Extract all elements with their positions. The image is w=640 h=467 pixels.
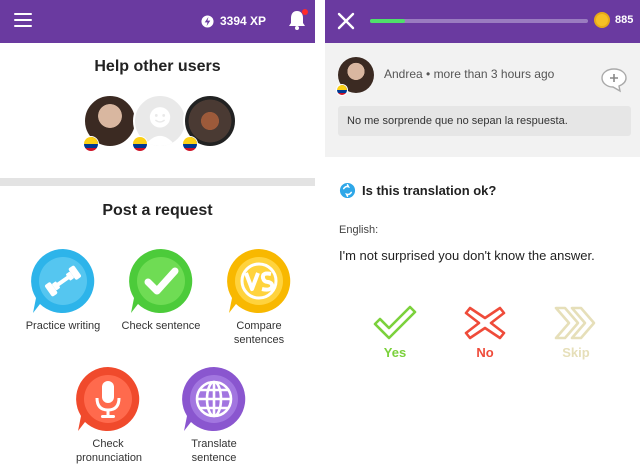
tile-label: Check sentence xyxy=(121,320,201,332)
choice-label: Skip xyxy=(562,345,590,360)
skip-chevrons-icon xyxy=(554,306,596,340)
cross-outline-icon xyxy=(464,306,506,340)
post-title: Post a request xyxy=(102,202,213,219)
yes-button[interactable]: Yes xyxy=(367,303,423,360)
colombia-flag-icon xyxy=(83,136,99,152)
translate-icon xyxy=(339,182,356,199)
left-screen: 3394 XP Help other users Post a request xyxy=(0,0,315,467)
colombia-flag-icon xyxy=(336,84,348,96)
compare-sentences-button[interactable]: Compare sentences xyxy=(209,246,309,347)
notification-dot xyxy=(302,9,308,15)
author-meta: Andrea • more than 3 hours ago xyxy=(384,67,555,81)
question-row: Is this translation ok? xyxy=(339,182,496,199)
progress-fill xyxy=(370,19,405,23)
practice-writing-button[interactable]: Practice writing xyxy=(13,246,113,333)
comment-add-icon[interactable] xyxy=(600,67,628,93)
help-title: Help other users xyxy=(94,58,221,75)
section-divider xyxy=(0,178,315,186)
globe-icon xyxy=(182,367,246,431)
choice-label: Yes xyxy=(383,345,407,360)
screen-gap xyxy=(315,0,325,467)
progress-bar xyxy=(370,19,588,23)
close-icon[interactable] xyxy=(336,11,356,31)
question-text: Is this translation ok? xyxy=(362,183,497,198)
coin-count: 885 xyxy=(615,14,634,26)
language-label: English: xyxy=(339,224,379,236)
no-button[interactable]: No xyxy=(457,303,513,360)
xp-value: 3394 XP xyxy=(220,14,267,28)
check-sentence-button[interactable]: Check sentence xyxy=(111,246,211,333)
coin-icon xyxy=(594,12,610,28)
request-card: Andrea • more than 3 hours ago No me sor… xyxy=(325,43,640,157)
lightning-icon xyxy=(201,14,214,28)
choice-label: No xyxy=(476,345,494,360)
check-outline-icon xyxy=(373,305,417,340)
dumbbell-icon xyxy=(31,249,95,313)
tile-label: Practice writing xyxy=(25,320,101,332)
translate-sentence-button[interactable]: Translate sentence xyxy=(164,364,264,465)
translation-text: I'm not surprised you don't know the ans… xyxy=(339,248,595,263)
left-top-bar: 3394 XP xyxy=(0,0,315,43)
right-screen: 885 Andrea • more than 3 hours ago No me… xyxy=(325,0,640,467)
colombia-flag-icon xyxy=(132,136,148,152)
vs-icon xyxy=(227,249,291,313)
skip-button[interactable]: Skip xyxy=(548,303,604,360)
tile-label: Translate sentence xyxy=(191,438,237,464)
menu-icon[interactable] xyxy=(14,13,32,28)
tile-label: Check pronunciation xyxy=(76,438,143,464)
microphone-icon xyxy=(76,367,140,431)
help-avatars xyxy=(83,94,243,156)
tile-label: Compare sentences xyxy=(233,320,285,346)
colombia-flag-icon xyxy=(182,136,198,152)
checkmark-icon xyxy=(129,249,193,313)
xp-counter: 3394 XP xyxy=(201,12,266,30)
right-top-bar: 885 xyxy=(325,0,640,43)
source-sentence: No me sorprende que no sepan la respuest… xyxy=(338,106,631,136)
check-pronunciation-button[interactable]: Check pronunciation xyxy=(58,364,158,465)
